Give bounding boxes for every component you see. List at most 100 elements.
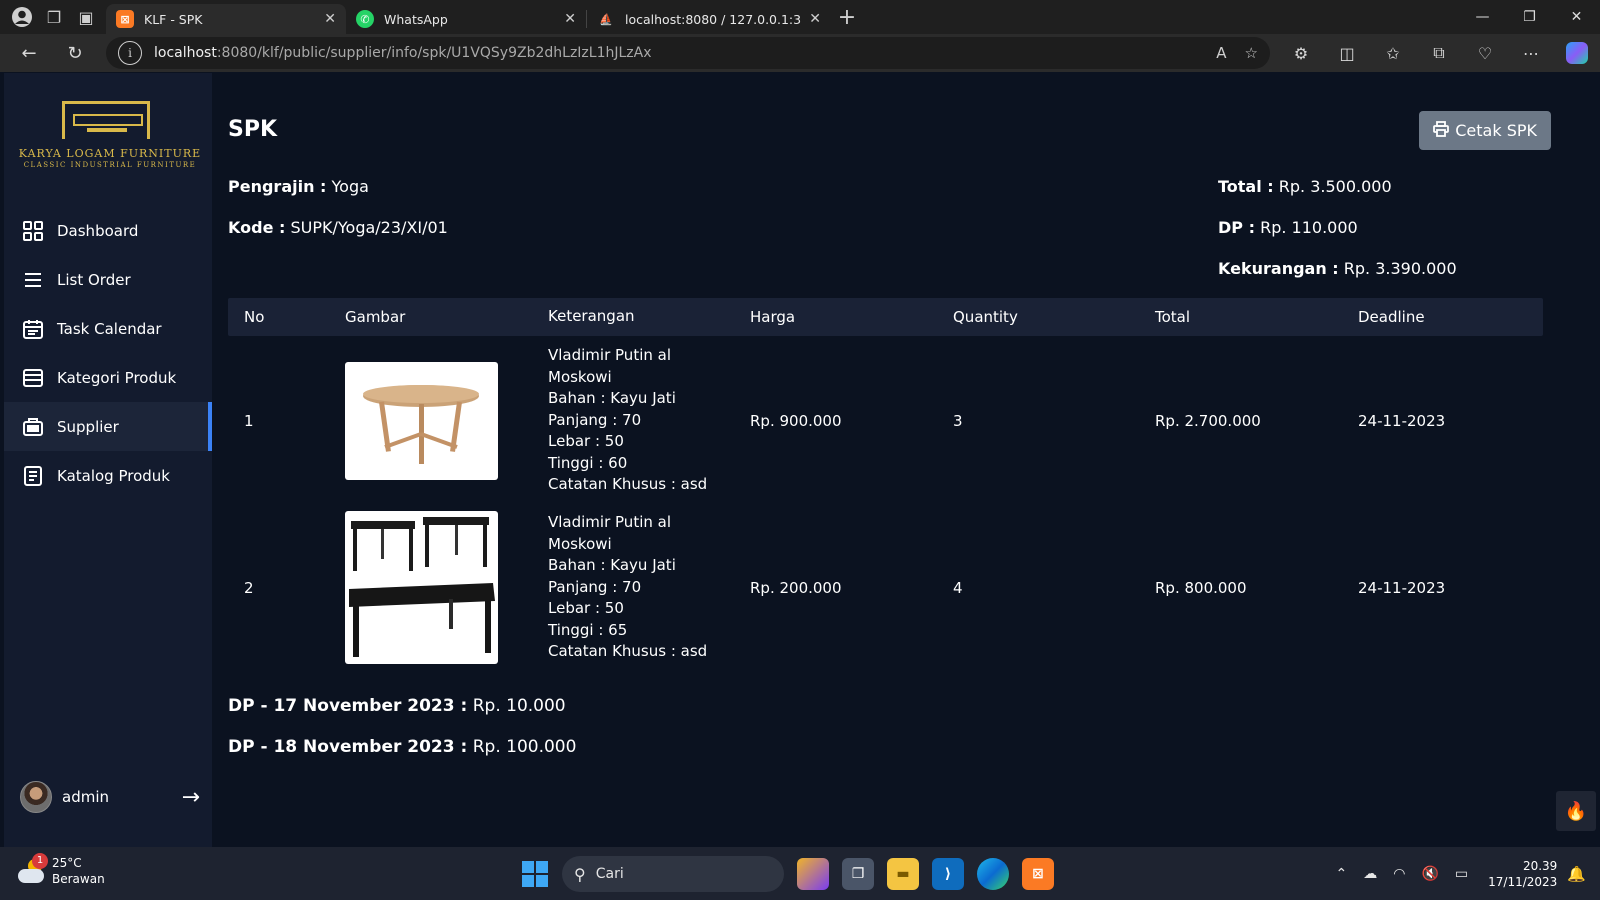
tab-title: localhost:8080 / 127.0.0.1:3308 / — [625, 11, 802, 27]
spk-table: No Gambar Keterangan Harga Quantity Tota… — [228, 298, 1543, 671]
product-image-round-table[interactable] — [345, 361, 498, 480]
keterangan-line: Lebar : 50 — [548, 599, 624, 618]
notification-bell-icon[interactable]: 🔔 — [1567, 865, 1586, 883]
wifi-icon[interactable]: ◠ — [1393, 866, 1405, 882]
battery-icon[interactable]: ▭ — [1455, 866, 1468, 882]
task-view-icon[interactable]: ❐ — [842, 858, 874, 890]
sidebar-item-supplier[interactable]: Supplier — [4, 402, 212, 451]
url-text[interactable]: localhost:8080/klf/public/supplier/info/… — [154, 45, 652, 61]
kode-label: Kode : — [228, 218, 286, 237]
app-window: KARYA LOGAM FURNITURE CLASSIC INDUSTRIAL… — [4, 73, 1596, 847]
kode-value: SUPK/Yoga/23/XI/01 — [290, 218, 448, 237]
refresh-icon[interactable]: ↻ — [52, 43, 98, 64]
windows-start-icon[interactable] — [522, 861, 548, 887]
browser-tab-bar: ❐ ▣ ⊠ KLF - SPK ✕ ✆ WhatsApp ✕ ⛵ localho… — [0, 0, 1600, 34]
chevron-up-icon[interactable]: ⌃ — [1336, 866, 1348, 882]
tab-phpmyadmin[interactable]: ⛵ localhost:8080 / 127.0.0.1:3308 / ✕ — [587, 4, 831, 34]
sidebar-item-list-order[interactable]: List Order — [4, 255, 212, 304]
close-tab-icon[interactable]: ✕ — [324, 11, 336, 27]
sidebar-item-task-calendar[interactable]: Task Calendar — [4, 304, 212, 353]
xampp-app-icon[interactable]: ⊠ — [1022, 858, 1054, 890]
cetak-spk-button[interactable]: Cetak SPK — [1419, 111, 1551, 150]
taskbar-apps: ⚲ Cari ❐ ▬ ⟩ ⊠ — [522, 855, 1054, 893]
weather-widget[interactable]: 1 25°C Berawan — [18, 853, 105, 887]
browser-essentials-icon[interactable]: ♡ — [1462, 44, 1508, 63]
pengrajin-info: Pengrajin : Yoga — [228, 177, 369, 196]
copilot-app-icon[interactable] — [797, 858, 829, 890]
sidebar-item-label: List Order — [57, 270, 131, 289]
sidebar-item-dashboard[interactable]: Dashboard — [4, 206, 212, 255]
more-menu-icon[interactable]: ⋯ — [1508, 44, 1554, 63]
favorite-star-icon[interactable]: ☆ — [1245, 44, 1258, 62]
row-image-cell — [345, 361, 548, 480]
tab-whatsapp[interactable]: ✆ WhatsApp ✕ — [346, 4, 586, 34]
dp-value: Rp. 110.000 — [1260, 218, 1358, 237]
total-value: Rp. 3.500.000 — [1278, 177, 1392, 196]
edge-browser-icon[interactable] — [977, 858, 1009, 890]
tab-klf-spk[interactable]: ⊠ KLF - SPK ✕ — [106, 4, 346, 34]
sidebar-item-kategori-produk[interactable]: Kategori Produk — [4, 353, 212, 402]
vscode-icon[interactable]: ⟩ — [932, 858, 964, 890]
row-total: Rp. 800.000 — [1155, 578, 1247, 597]
close-window-icon[interactable]: ✕ — [1553, 0, 1600, 34]
address-bar[interactable]: i localhost:8080/klf/public/supplier/inf… — [106, 37, 1270, 69]
row-keterangan: Vladimir Putin al Moskowi Bahan : Kayu J… — [548, 512, 750, 663]
close-tab-icon[interactable]: ✕ — [809, 11, 821, 27]
site-info-icon[interactable]: i — [118, 41, 142, 65]
profile-icon[interactable] — [6, 3, 38, 31]
avatar[interactable] — [20, 781, 52, 813]
tab-actions-icon[interactable]: ▣ — [70, 3, 102, 31]
payment-value: Rp. 100.000 — [472, 737, 577, 757]
extensions-icon[interactable]: ⚙ — [1278, 44, 1324, 63]
xampp-icon: ⊠ — [116, 10, 134, 28]
taskbar-search[interactable]: ⚲ Cari — [562, 856, 784, 892]
new-tab-icon[interactable]: + — [831, 5, 863, 30]
weather-cloudy-icon: 1 — [18, 853, 48, 885]
collections-icon[interactable]: ⧉ — [1416, 43, 1462, 63]
row-image-cell — [345, 511, 548, 664]
back-icon[interactable]: ← — [6, 43, 52, 64]
whatsapp-icon: ✆ — [356, 10, 374, 28]
kode-info: Kode : SUPK/Yoga/23/XI/01 — [228, 218, 448, 237]
copilot-icon[interactable] — [1566, 42, 1588, 64]
pengrajin-value: Yoga — [331, 177, 369, 196]
user-name: admin — [62, 788, 109, 806]
product-image-black-tables[interactable] — [345, 511, 498, 664]
onedrive-cloud-icon[interactable]: ☁ — [1363, 866, 1377, 882]
supplier-icon — [22, 416, 44, 438]
workspaces-icon[interactable]: ❐ — [38, 3, 70, 31]
brand-tagline: CLASSIC INDUSTRIAL FURNITURE — [23, 161, 197, 169]
sidebar-item-katalog-produk[interactable]: Katalog Produk — [4, 451, 212, 500]
minimize-icon[interactable]: — — [1459, 0, 1506, 34]
row-keterangan: Vladimir Putin al Moskowi Bahan : Kayu J… — [548, 345, 750, 496]
keterangan-line: Tinggi : 65 — [548, 620, 628, 639]
logo-mark — [62, 101, 150, 139]
window-controls: — ❐ ✕ — [1459, 0, 1600, 34]
logout-arrow-icon[interactable]: → — [182, 785, 200, 810]
row-deadline: 24-11-2023 — [1358, 411, 1446, 430]
keterangan-line: Panjang : 70 — [548, 410, 642, 429]
brand-logo[interactable]: KARYA LOGAM FURNITURE CLASSIC INDUSTRIAL… — [12, 101, 208, 171]
calendar-icon — [22, 318, 44, 340]
browser-toolbar: ← ↻ i localhost:8080/klf/public/supplier… — [0, 34, 1600, 72]
restore-icon[interactable]: ❐ — [1506, 0, 1553, 34]
page-title: SPK — [228, 117, 278, 142]
row-no: 2 — [244, 578, 254, 597]
total-label: Total : — [1218, 177, 1274, 196]
close-tab-icon[interactable]: ✕ — [564, 11, 576, 27]
printer-icon — [1433, 120, 1450, 141]
flame-icon[interactable]: 🔥 — [1556, 791, 1596, 831]
column-header-no: No — [244, 308, 265, 326]
file-explorer-icon[interactable]: ▬ — [887, 858, 919, 890]
brand-name: KARYA LOGAM FURNITURE — [18, 147, 202, 160]
split-screen-icon[interactable]: ◫ — [1324, 44, 1370, 63]
payment-line: DP - 18 November 2023 : Rp. 100.000 — [228, 737, 576, 757]
cetak-spk-label: Cetak SPK — [1455, 121, 1537, 140]
system-tray: ⌃ ☁ ◠ 🔇 ▭ 20.39 17/11/2023 🔔 — [1328, 847, 1600, 900]
favorites-icon[interactable]: ✩ — [1370, 44, 1416, 63]
keterangan-line: Catatan Khusus : asd — [548, 642, 708, 661]
clock[interactable]: 20.39 17/11/2023 — [1488, 858, 1557, 890]
read-aloud-icon[interactable]: A — [1216, 44, 1226, 62]
sidebar-item-label: Katalog Produk — [57, 466, 170, 485]
volume-muted-icon[interactable]: 🔇 — [1421, 866, 1438, 882]
